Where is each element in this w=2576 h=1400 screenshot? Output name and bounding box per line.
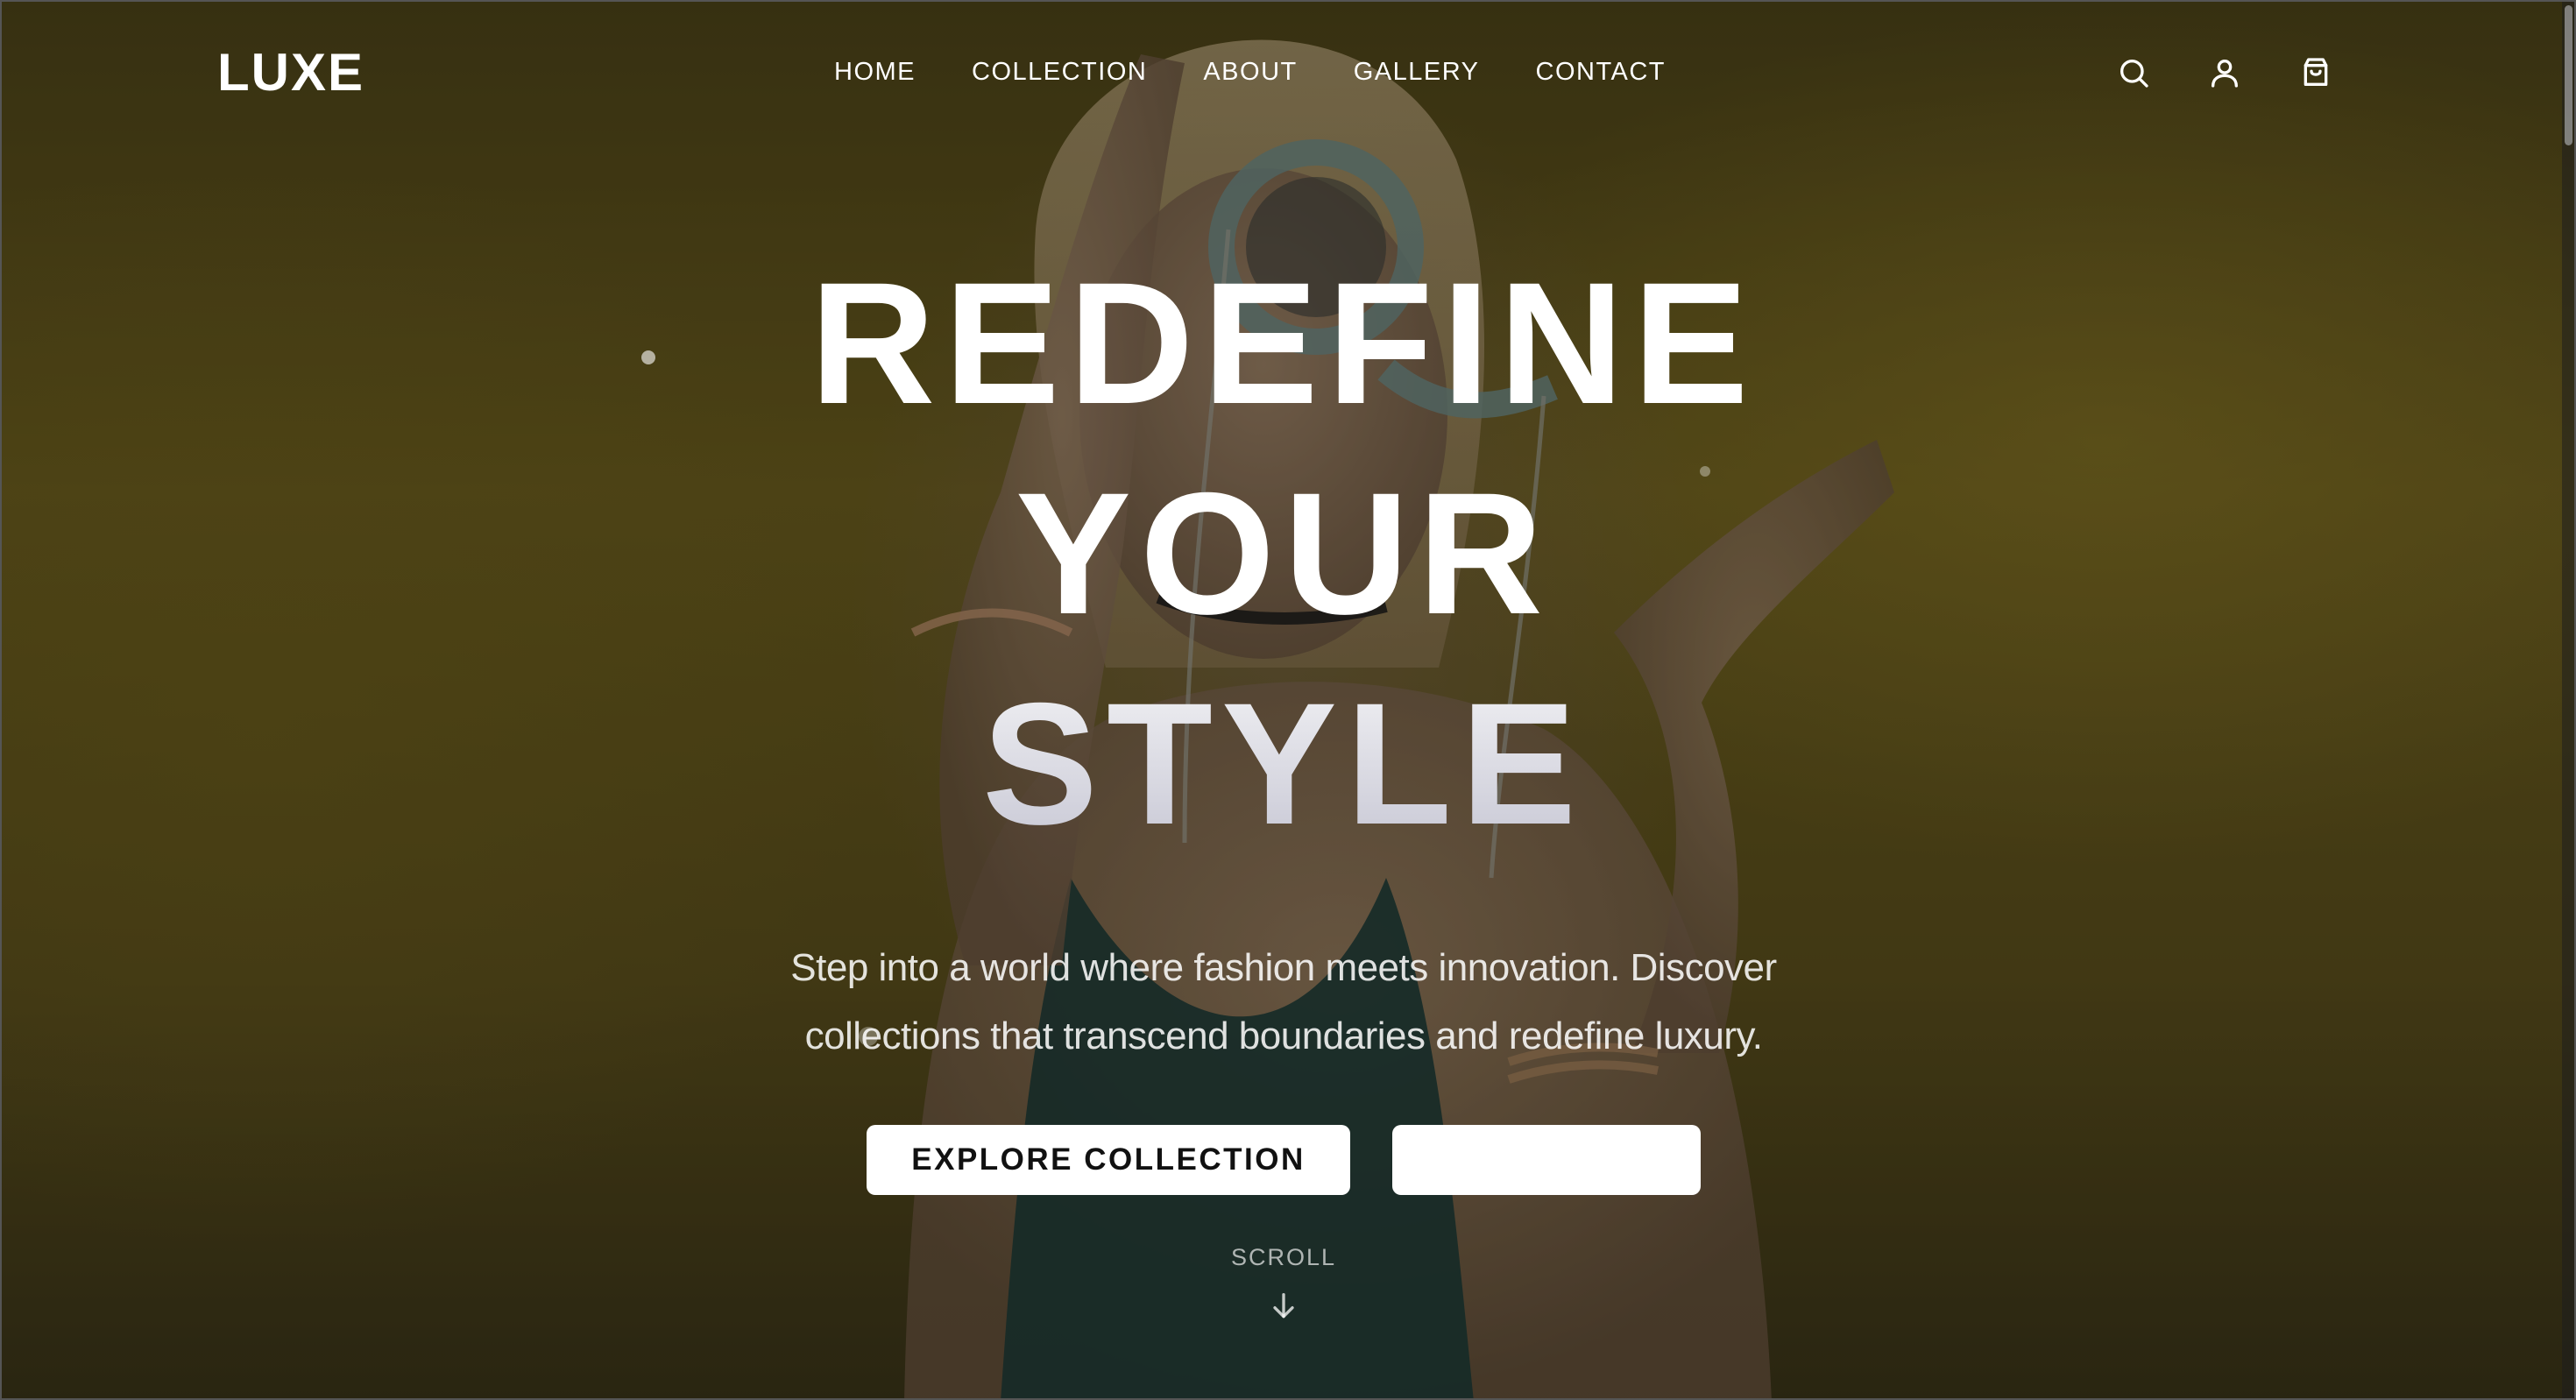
hero-cta-row: EXPLORE COLLECTION xyxy=(2,1125,2565,1195)
browser-window: LUXE HOME COLLECTION ABOUT GALLERY CONTA… xyxy=(0,0,2576,1400)
nav-link-home[interactable]: HOME xyxy=(834,58,916,87)
brand-logo[interactable]: LUXE xyxy=(217,42,364,103)
arrow-down-icon xyxy=(1266,1289,1301,1324)
nav-link-contact[interactable]: CONTACT xyxy=(1536,58,1667,87)
nav-link-gallery[interactable]: GALLERY xyxy=(1354,58,1480,87)
scroll-label: SCROLL xyxy=(1230,1244,1337,1270)
nav-link-collection[interactable]: COLLECTION xyxy=(972,58,1147,87)
nav-icon-group xyxy=(2113,53,2336,93)
headline-line-1: REDEFINE xyxy=(810,246,1758,440)
nav-link-about[interactable]: ABOUT xyxy=(1203,58,1297,87)
user-icon[interactable] xyxy=(2204,53,2245,93)
secondary-cta-button[interactable] xyxy=(1392,1125,1701,1195)
headline-line-3: STYLE xyxy=(2,659,2565,869)
top-navigation: LUXE HOME COLLECTION ABOUT GALLERY CONTA… xyxy=(2,2,2565,145)
scroll-indicator[interactable]: SCROLL xyxy=(2,1244,2565,1324)
scrollbar-thumb[interactable] xyxy=(2565,5,2572,145)
hero-section: REDEFINE YOUR STYLE Step into a world wh… xyxy=(2,238,2565,1195)
hero-headline: REDEFINE YOUR STYLE xyxy=(2,238,2565,869)
vertical-scrollbar[interactable] xyxy=(2562,2,2574,1398)
nav-links: HOME COLLECTION ABOUT GALLERY CONTACT xyxy=(834,58,1666,87)
headline-line-2: YOUR xyxy=(1015,456,1553,650)
shopping-bag-icon[interactable] xyxy=(2296,53,2336,93)
explore-collection-button[interactable]: EXPLORE COLLECTION xyxy=(867,1125,1350,1195)
search-icon[interactable] xyxy=(2113,53,2154,93)
hero-subtitle: Step into a world where fashion meets in… xyxy=(790,946,1777,1057)
